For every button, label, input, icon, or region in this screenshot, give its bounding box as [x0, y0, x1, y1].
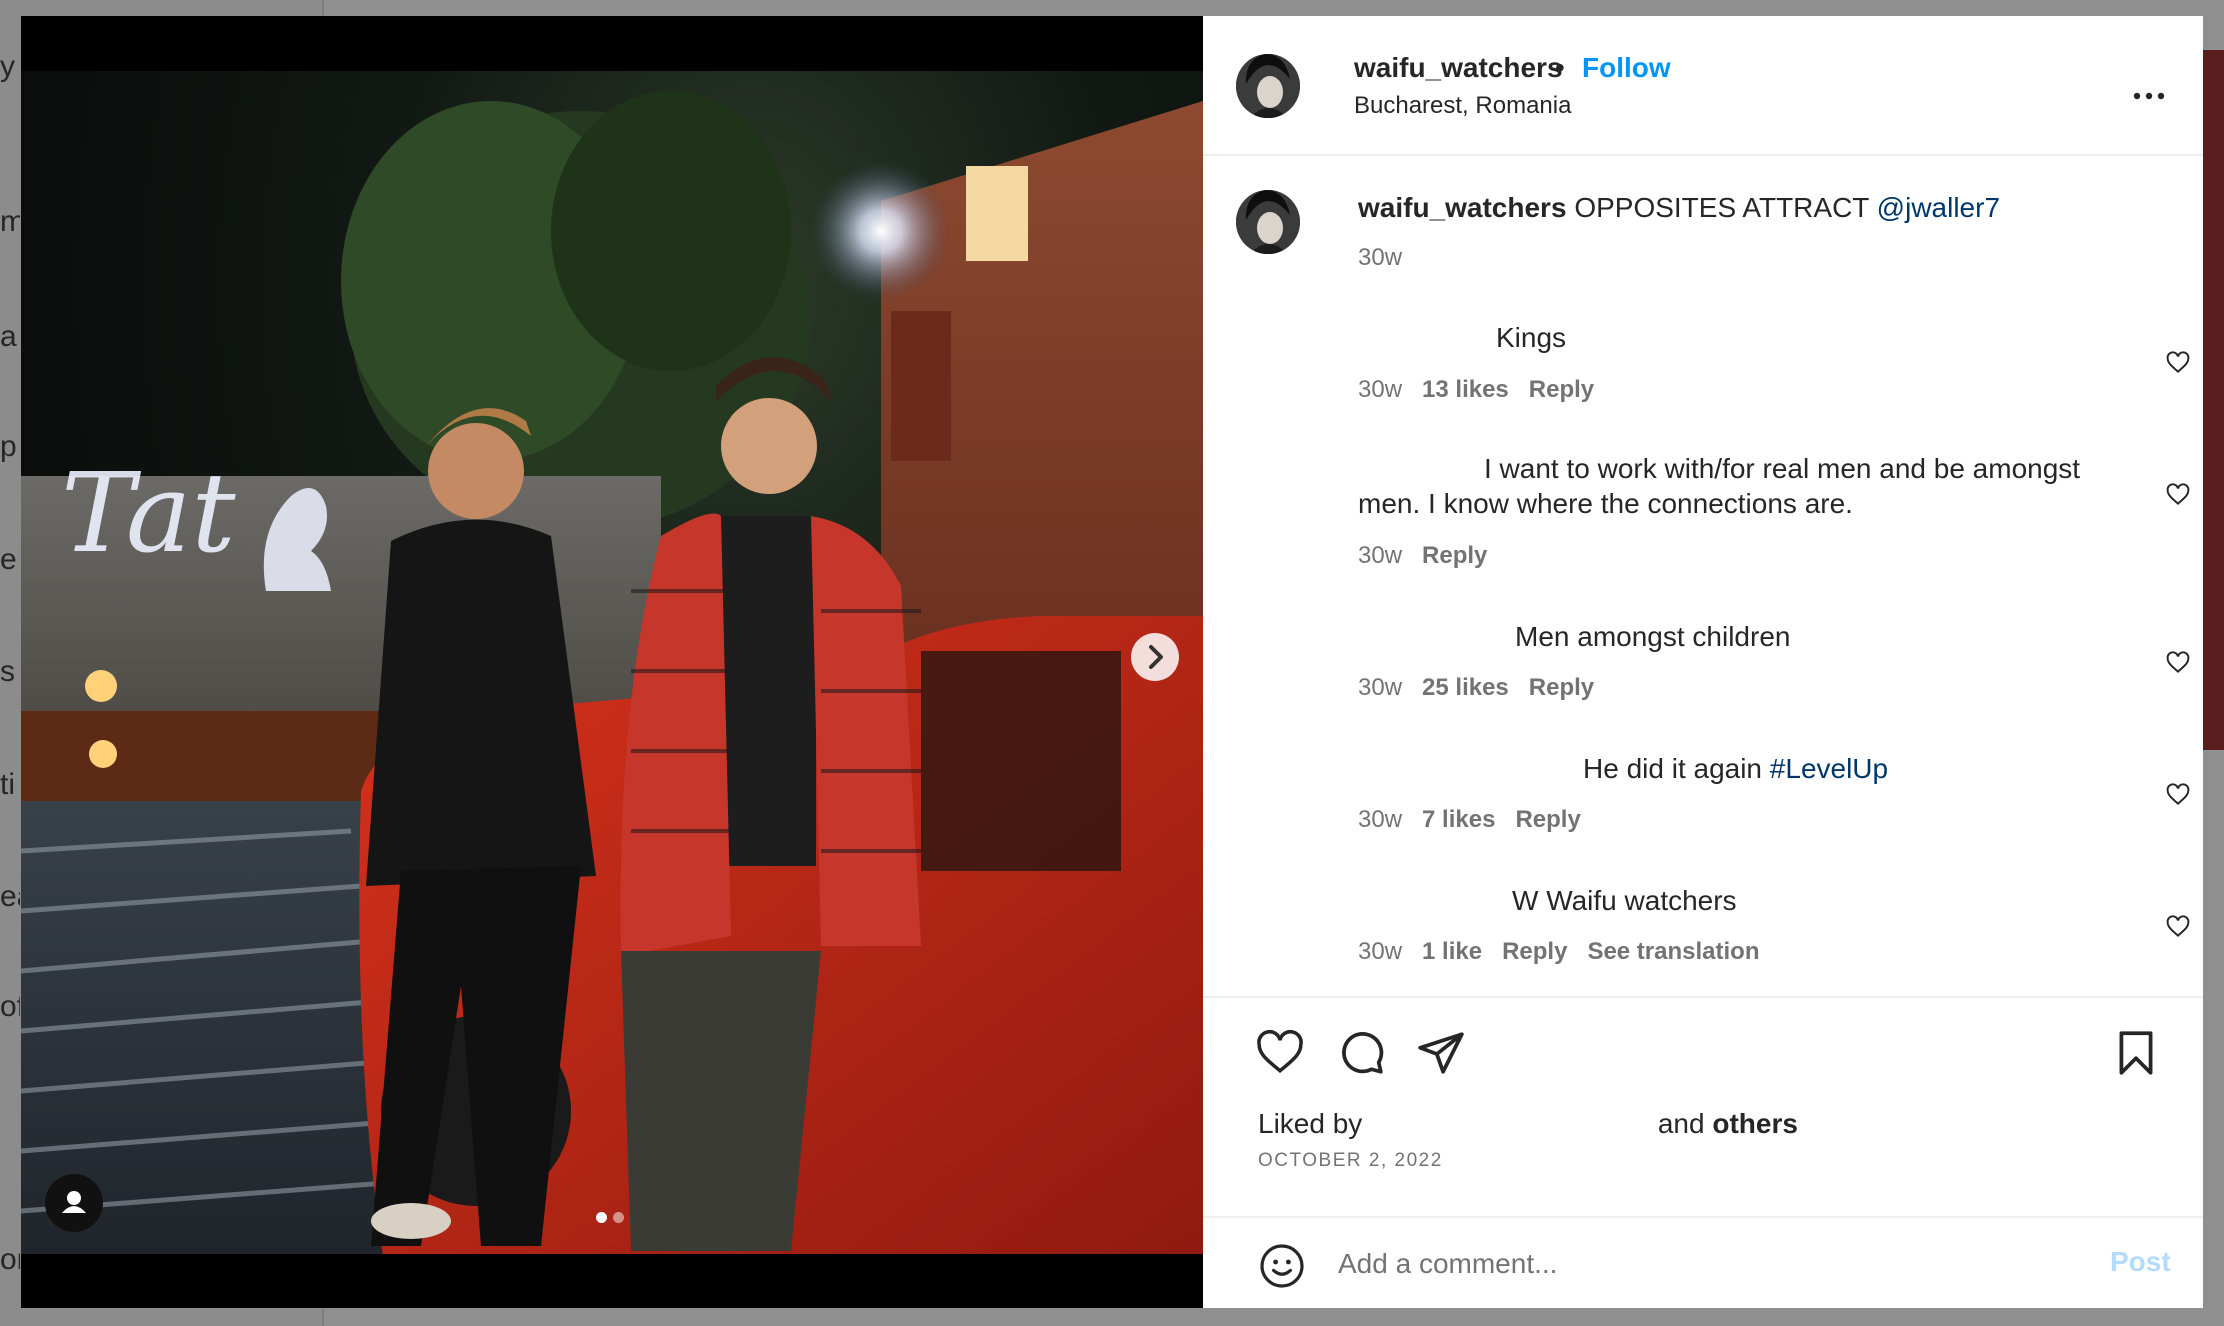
svg-text:Tat: Tat: [61, 449, 236, 577]
comment-text: Kings: [1496, 322, 1567, 353]
carousel-dots: [596, 1210, 630, 1228]
comment-text: He did it again #LevelUp: [1583, 753, 1888, 785]
post-date[interactable]: OCTOBER 2, 2022: [1258, 1150, 1443, 1172]
comment-age: 30w: [1358, 376, 1403, 403]
avatar-image: [1236, 54, 1300, 118]
comment-age: 30w: [1358, 674, 1403, 701]
post-actions: Liked by and others OCTOBER 2, 2022: [1203, 996, 2203, 1218]
comment-text-line: I want to work with/for real men and be …: [1484, 453, 2081, 484]
liked-by-prefix: Liked by: [1258, 1108, 1363, 1139]
background-sidebar-text: ti: [0, 768, 15, 801]
background-sidebar-text: or: [0, 1243, 20, 1276]
caption: waifu_watchers OPPOSITES ATTRACT @jwalle…: [1358, 192, 2000, 224]
comment-hashtag[interactable]: #LevelUp: [1770, 753, 1888, 784]
reply-button[interactable]: Reply: [1529, 674, 1594, 701]
reply-button[interactable]: Reply: [1422, 542, 1487, 569]
heart-icon[interactable]: [2165, 350, 2191, 376]
heart-icon[interactable]: [2165, 482, 2191, 508]
user-icon: [62, 1191, 86, 1213]
post-header: waifu_watchers • Follow Bucharest, Roman…: [1203, 16, 2203, 156]
post-media: Tat: [21, 16, 1203, 1308]
comment-text: W Waifu watchers: [1512, 885, 1737, 916]
avatar-image: [1236, 190, 1300, 254]
comment-likes[interactable]: 25 likes: [1422, 674, 1509, 701]
liked-by: Liked by and others: [1258, 1108, 1798, 1140]
more-horizontal-icon[interactable]: [2129, 86, 2169, 106]
carousel-dot-active: [596, 1212, 607, 1223]
comment-age: 30w: [1358, 806, 1403, 833]
tagged-users-button[interactable]: [45, 1174, 103, 1232]
comment-text: Men amongst children: [1515, 621, 1791, 652]
comment-likes[interactable]: 1 like: [1422, 938, 1482, 965]
caption-avatar[interactable]: [1236, 190, 1300, 254]
post-modal: Tat waifu_watchers • Follow Bucharest, R…: [21, 16, 2203, 1308]
liked-by-and: and: [1657, 1108, 1705, 1139]
caption-username[interactable]: waifu_watchers: [1358, 192, 1567, 223]
photo-illustration: Tat: [21, 91, 1203, 1254]
caption-text: OPPOSITES ATTRACT: [1574, 192, 1869, 223]
reply-button[interactable]: Reply: [1515, 806, 1580, 833]
liked-by-others[interactable]: others: [1712, 1108, 1798, 1139]
background-feed-edge: [2202, 50, 2224, 750]
add-comment-bar: Post: [1203, 1220, 2203, 1308]
comment-likes[interactable]: 7 likes: [1422, 806, 1495, 833]
carousel-dot: [613, 1212, 624, 1223]
heart-icon[interactable]: [2165, 914, 2191, 940]
background-sidebar-text: ea: [0, 880, 20, 913]
reply-button[interactable]: Reply: [1502, 938, 1567, 965]
post-photo: Tat: [21, 71, 1203, 1254]
comment-meta: 30w 25 likes Reply: [1358, 674, 1614, 702]
post-comment-button[interactable]: Post: [2110, 1246, 2171, 1278]
background-sidebar-text: s: [0, 655, 15, 688]
comment-text-line: men. I know where the connections are.: [1358, 488, 1853, 519]
background-sidebar-text: of: [0, 990, 20, 1023]
comment-meta: 30w 1 like Reply See translation: [1358, 938, 1780, 966]
separator-dot: •: [1555, 52, 1565, 83]
comment-age: 30w: [1358, 542, 1403, 569]
background-sidebar-text: a: [0, 320, 17, 353]
emoji-icon[interactable]: [1258, 1242, 1306, 1290]
background-sidebar-text: y: [0, 50, 15, 83]
see-translation-button[interactable]: See translation: [1587, 938, 1759, 965]
caption-mention[interactable]: @jwaller7: [1877, 192, 2000, 223]
post-location[interactable]: Bucharest, Romania: [1354, 92, 1571, 120]
follow-button[interactable]: Follow: [1582, 52, 1671, 84]
comment-meta: 30w Reply: [1358, 542, 1507, 570]
next-slide-button[interactable]: [1131, 633, 1179, 681]
heart-icon[interactable]: [1255, 1028, 1305, 1078]
comment-likes[interactable]: 13 likes: [1422, 376, 1509, 403]
reply-button[interactable]: Reply: [1529, 376, 1594, 403]
comment-body: He did it again: [1583, 753, 1763, 784]
chevron-right-icon: [1149, 645, 1163, 669]
avatar[interactable]: [1236, 54, 1300, 118]
post-username[interactable]: waifu_watchers: [1354, 52, 1563, 84]
comment-meta: 30w 7 likes Reply: [1358, 806, 1601, 834]
bookmark-icon[interactable]: [2111, 1028, 2161, 1078]
background-sidebar-text: m: [0, 205, 20, 238]
background-sidebar-text: p: [0, 430, 17, 463]
comment-age: 30w: [1358, 938, 1403, 965]
comment-meta: 30w 13 likes Reply: [1358, 376, 1614, 404]
caption-age: 30w: [1358, 244, 1403, 271]
heart-icon[interactable]: [2165, 782, 2191, 808]
heart-icon[interactable]: [2165, 650, 2191, 676]
paper-plane-icon[interactable]: [1416, 1028, 1466, 1078]
post-details-panel: waifu_watchers • Follow Bucharest, Roman…: [1203, 16, 2203, 1308]
comment-icon[interactable]: [1336, 1028, 1386, 1078]
background-sidebar-text: e: [0, 543, 17, 576]
comment-input[interactable]: [1338, 1234, 2038, 1294]
